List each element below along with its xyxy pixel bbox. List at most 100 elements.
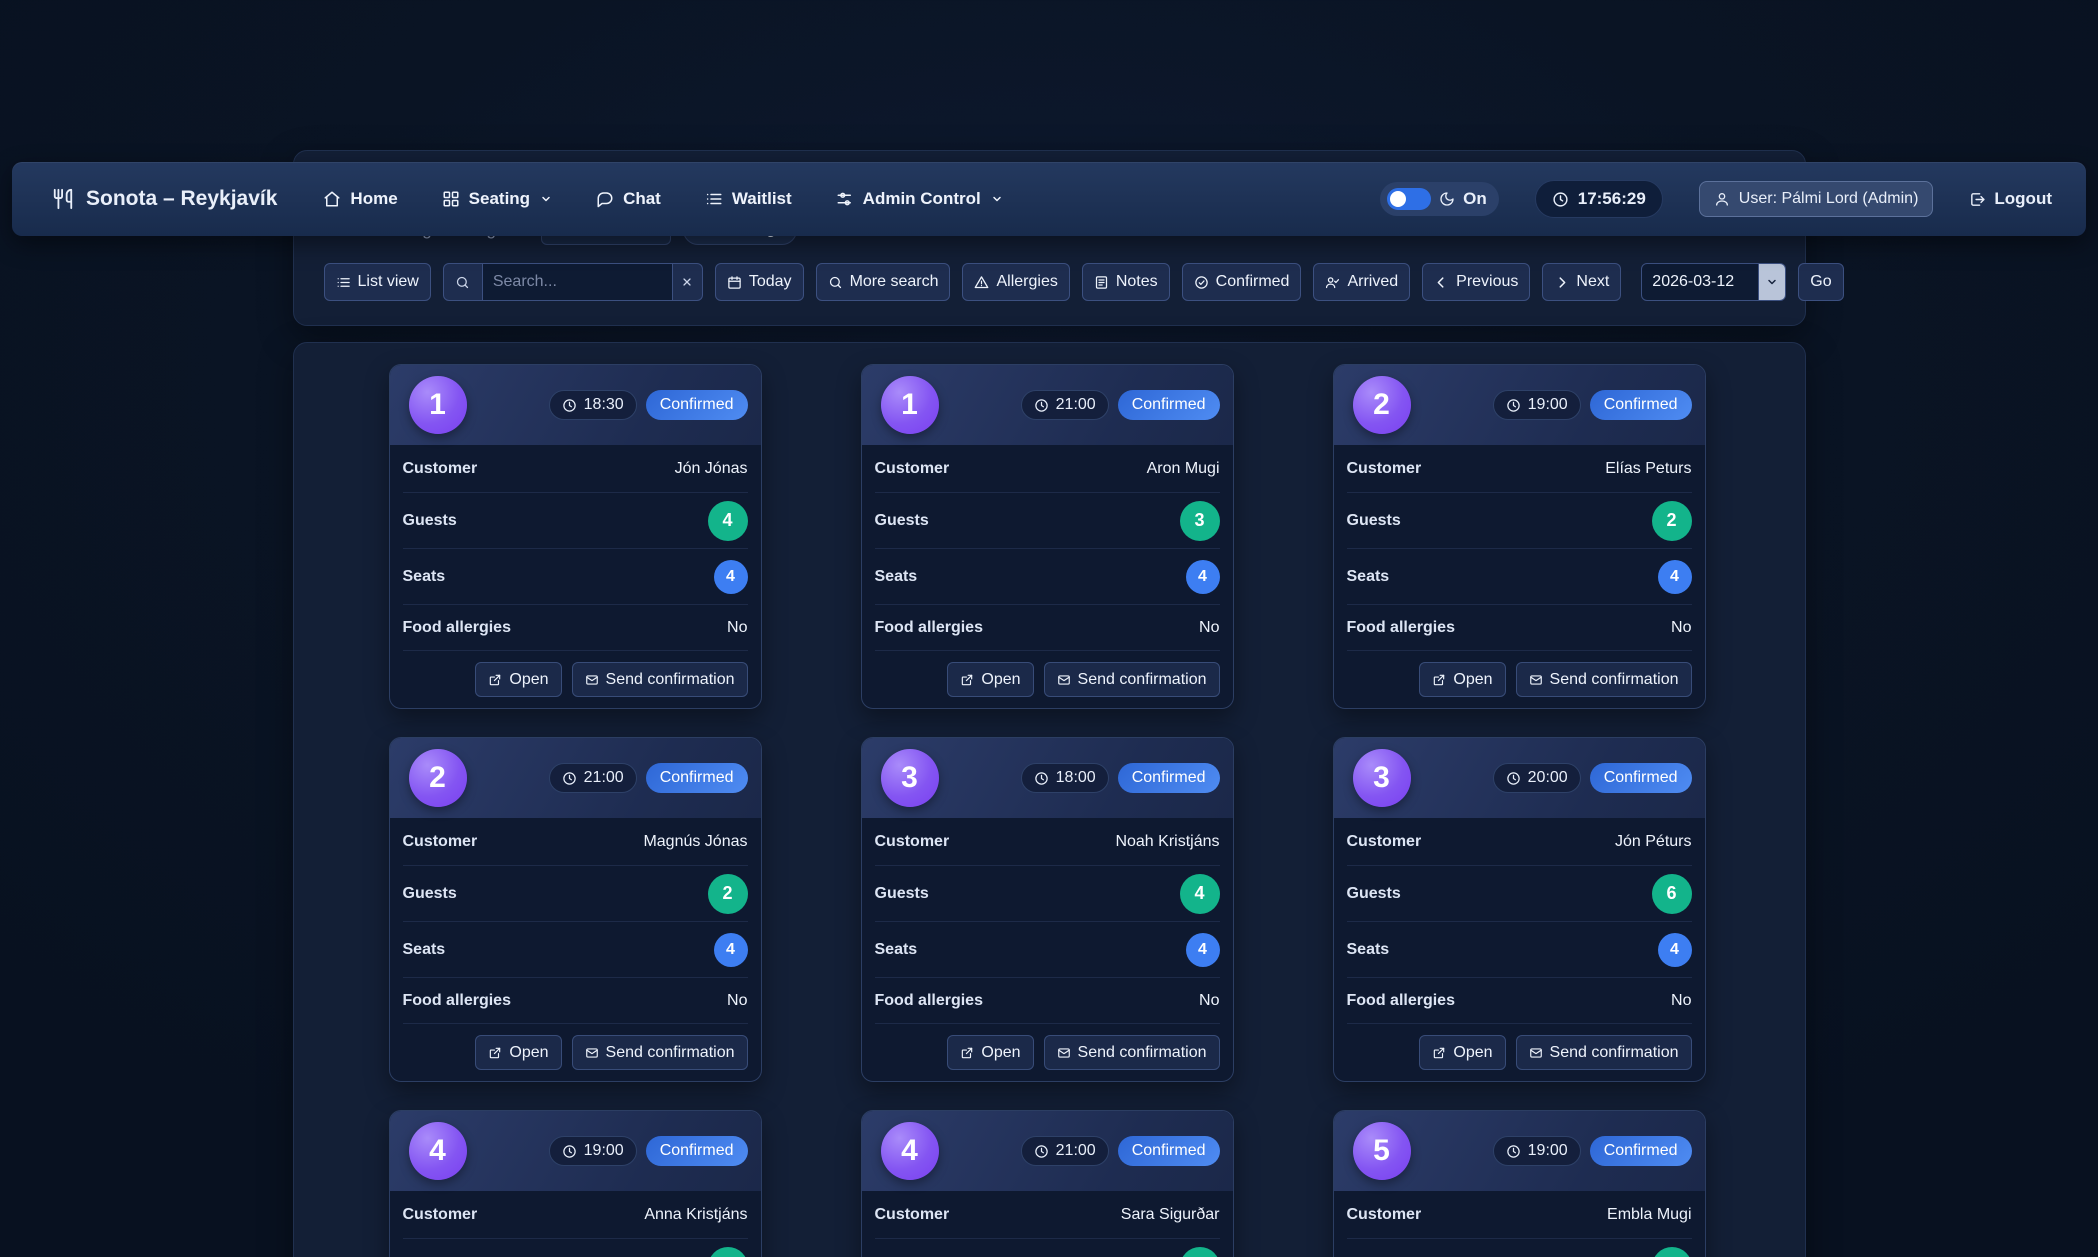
nav-item-home[interactable]: Home xyxy=(323,189,397,209)
card-header-right: 18:30 Confirmed xyxy=(549,390,748,420)
time-badge: 21:00 xyxy=(1021,1136,1109,1166)
note-icon xyxy=(1094,275,1109,290)
guests-count-badge: 4 xyxy=(708,501,748,541)
date-input[interactable] xyxy=(1641,263,1759,301)
logout-label: Logout xyxy=(1994,189,2052,209)
open-button[interactable]: Open xyxy=(475,1035,561,1070)
chevron-down-icon xyxy=(990,193,1003,205)
toggle-switch[interactable] xyxy=(1387,188,1431,210)
status-badge: Confirmed xyxy=(646,390,748,420)
status-badge: Confirmed xyxy=(1590,390,1692,420)
open-button[interactable]: Open xyxy=(947,1035,1033,1070)
nav-chat-label: Chat xyxy=(623,189,661,209)
mail-icon xyxy=(1057,1046,1071,1060)
status-badge: Confirmed xyxy=(646,763,748,793)
logout-button[interactable]: Logout xyxy=(1969,189,2052,209)
send-confirmation-button[interactable]: Send confirmation xyxy=(1516,662,1692,697)
previous-day-button[interactable]: Previous xyxy=(1422,263,1530,301)
external-link-icon xyxy=(488,673,502,687)
customer-row: Customer Noah Kristjáns xyxy=(875,818,1220,866)
card-header-right: 20:00 Confirmed xyxy=(1493,763,1692,793)
status-badge: Confirmed xyxy=(1590,763,1692,793)
allergies-row: Food allergies No xyxy=(1347,605,1692,651)
open-button[interactable]: Open xyxy=(1419,662,1505,697)
search-input[interactable] xyxy=(483,263,673,301)
nav-item-waitlist[interactable]: Waitlist xyxy=(705,189,792,209)
reservations-grid-panel: 1 18:30 Confirmed Customer Jón Jónas Gue… xyxy=(293,342,1806,1257)
seats-count-badge: 4 xyxy=(714,560,748,594)
clock-value: 17:56:29 xyxy=(1578,189,1646,209)
time-badge: 18:30 xyxy=(549,390,637,420)
send-confirmation-button[interactable]: Send confirmation xyxy=(1044,662,1220,697)
allergies-value: No xyxy=(1199,992,1219,1010)
customer-name: Noah Kristjáns xyxy=(1115,833,1219,851)
external-link-icon xyxy=(1432,1046,1446,1060)
table-number-badge: 3 xyxy=(1353,749,1411,807)
date-dropdown-button[interactable] xyxy=(1759,263,1786,301)
time-badge: 21:00 xyxy=(1021,390,1109,420)
today-button[interactable]: Today xyxy=(715,263,804,301)
allergies-filter-button[interactable]: Allergies xyxy=(962,263,1069,301)
time-badge-value: 19:00 xyxy=(1528,1142,1568,1160)
table-number-badge: 2 xyxy=(409,749,467,807)
brand[interactable]: Sonota – Reykjavík xyxy=(52,187,277,211)
guests-row: Guests 3 xyxy=(875,493,1220,549)
utensils-icon xyxy=(52,188,74,210)
allergies-label: Food allergies xyxy=(1347,619,1455,637)
customer-name: Jón Jónas xyxy=(675,460,748,478)
customer-name: Anna Kristjáns xyxy=(644,1206,747,1224)
confirmed-filter-button[interactable]: Confirmed xyxy=(1182,263,1302,301)
customer-label: Customer xyxy=(875,1206,950,1224)
send-confirmation-button[interactable]: Send confirmation xyxy=(572,1035,748,1070)
clock-icon xyxy=(562,771,577,786)
allergies-label: Food allergies xyxy=(875,619,983,637)
status-badge: Confirmed xyxy=(1590,1136,1692,1166)
arrived-filter-button[interactable]: Arrived xyxy=(1313,263,1410,301)
time-badge: 21:00 xyxy=(549,763,637,793)
table-number-badge: 3 xyxy=(881,749,939,807)
toolbar: List view Today More search Allergies No… xyxy=(324,263,1775,301)
next-day-button[interactable]: Next xyxy=(1542,263,1621,301)
guests-row: Guests 4 xyxy=(875,866,1220,922)
guests-label: Guests xyxy=(875,512,929,530)
customer-row: Customer Jón Jónas xyxy=(403,445,748,493)
chat-bubble-icon xyxy=(596,190,614,208)
send-confirmation-button[interactable]: Send confirmation xyxy=(1516,1035,1692,1070)
reservation-card-header: 4 19:00 Confirmed xyxy=(390,1111,761,1191)
external-link-icon xyxy=(488,1046,502,1060)
guests-row: Guests 4 xyxy=(403,493,748,549)
card-header-right: 19:00 Confirmed xyxy=(1493,390,1692,420)
card-body: Customer Anna Kristjáns Guests Seats Foo… xyxy=(390,1191,761,1257)
open-button[interactable]: Open xyxy=(475,662,561,697)
clock-icon xyxy=(1552,191,1569,208)
go-button[interactable]: Go xyxy=(1798,263,1843,301)
open-button[interactable]: Open xyxy=(947,662,1033,697)
guests-row: Guests 2 xyxy=(403,866,748,922)
card-body: Customer Jón Péturs Guests 6 Seats 4 Foo… xyxy=(1334,818,1705,1024)
card-header-right: 18:00 Confirmed xyxy=(1021,763,1220,793)
nav-item-chat[interactable]: Chat xyxy=(596,189,661,209)
seats-label: Seats xyxy=(875,568,918,586)
chevron-right-icon xyxy=(1554,275,1569,290)
reservation-card-header: 2 21:00 Confirmed xyxy=(390,738,761,818)
date-picker-group xyxy=(1641,263,1786,301)
user-menu-button[interactable]: User: Pálmi Lord (Admin) xyxy=(1699,181,1934,217)
more-search-button[interactable]: More search xyxy=(816,263,951,301)
send-confirmation-button[interactable]: Send confirmation xyxy=(572,662,748,697)
customer-label: Customer xyxy=(875,460,950,478)
open-button[interactable]: Open xyxy=(1419,1035,1505,1070)
clear-search-button[interactable] xyxy=(673,263,703,301)
nav-item-admin-control[interactable]: Admin Control xyxy=(836,189,1003,209)
customer-label: Customer xyxy=(403,460,478,478)
nav-item-seating[interactable]: Seating xyxy=(442,189,552,209)
notes-filter-button[interactable]: Notes xyxy=(1082,263,1170,301)
customer-name: Sara Sigurðar xyxy=(1121,1206,1220,1224)
guests-label: Guests xyxy=(403,885,457,903)
seats-row: Seats 4 xyxy=(403,922,748,978)
send-confirmation-button[interactable]: Send confirmation xyxy=(1044,1035,1220,1070)
card-footer: Open Send confirmation xyxy=(862,651,1233,708)
dark-mode-toggle[interactable]: On xyxy=(1380,182,1499,216)
person-check-icon xyxy=(1325,275,1340,290)
list-view-button[interactable]: List view xyxy=(324,263,431,301)
seats-count-badge: 4 xyxy=(1658,933,1692,967)
